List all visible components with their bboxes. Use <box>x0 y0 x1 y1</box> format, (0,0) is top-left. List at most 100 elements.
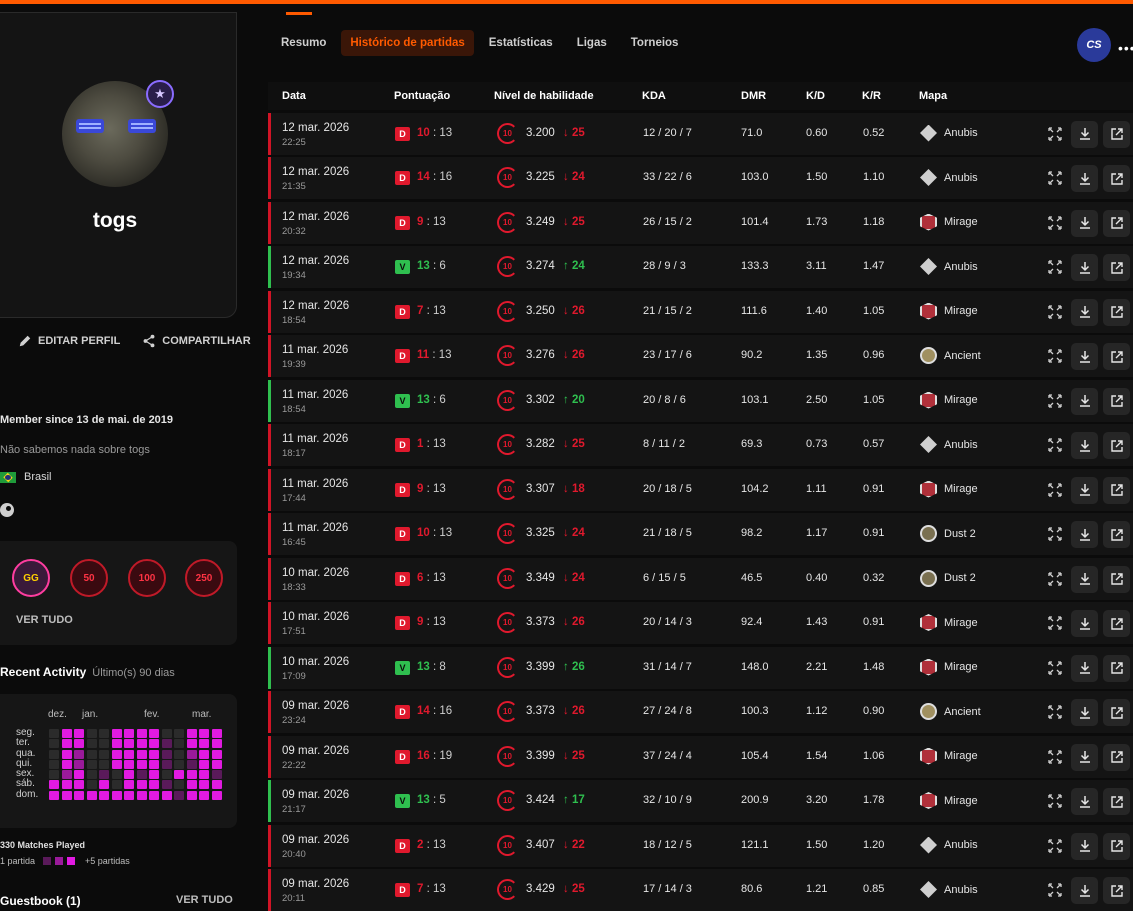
activity-cell[interactable] <box>187 791 197 800</box>
tab-statistics[interactable]: Estatísticas <box>480 30 562 56</box>
open-match-button[interactable] <box>1103 610 1130 637</box>
activity-cell[interactable] <box>149 750 159 759</box>
activity-cell[interactable] <box>162 791 172 800</box>
activity-cell[interactable] <box>212 729 222 738</box>
download-demo-button[interactable] <box>1071 566 1098 593</box>
activity-cell[interactable] <box>49 780 59 789</box>
activity-cell[interactable] <box>174 750 184 759</box>
table-row[interactable]: 11 mar. 202618:54 V 13 : 6 10 3.302 ↑ 20… <box>268 380 1133 422</box>
download-demo-button[interactable] <box>1071 343 1098 370</box>
activity-cell[interactable] <box>112 729 122 738</box>
download-demo-button[interactable] <box>1071 210 1098 237</box>
expand-icon[interactable] <box>1048 616 1062 630</box>
activity-cell[interactable] <box>162 750 172 759</box>
activity-cell[interactable] <box>149 739 159 748</box>
open-match-button[interactable] <box>1103 788 1130 815</box>
activity-cell[interactable] <box>74 780 84 789</box>
download-demo-button[interactable] <box>1071 299 1098 326</box>
activity-cell[interactable] <box>87 780 97 789</box>
activity-cell[interactable] <box>212 760 222 769</box>
download-demo-button[interactable] <box>1071 833 1098 860</box>
badge-gg[interactable]: GG <box>12 559 50 597</box>
activity-cell[interactable] <box>149 791 159 800</box>
expand-icon[interactable] <box>1048 839 1062 853</box>
edit-profile-button[interactable]: EDITAR PERFIL <box>18 334 120 348</box>
activity-cell[interactable] <box>99 739 109 748</box>
activity-cell[interactable] <box>112 750 122 759</box>
activity-cell[interactable] <box>62 791 72 800</box>
activity-cell[interactable] <box>99 729 109 738</box>
expand-icon[interactable] <box>1048 661 1062 675</box>
activity-cell[interactable] <box>112 780 122 789</box>
activity-cell[interactable] <box>187 770 197 779</box>
activity-cell[interactable] <box>187 729 197 738</box>
activity-cell[interactable] <box>174 760 184 769</box>
activity-cell[interactable] <box>62 739 72 748</box>
activity-cell[interactable] <box>212 750 222 759</box>
table-row[interactable]: 12 mar. 202619:34 V 13 : 6 10 3.274 ↑ 24… <box>268 246 1133 288</box>
download-demo-button[interactable] <box>1071 121 1098 148</box>
expand-icon[interactable] <box>1048 705 1062 719</box>
activity-cell[interactable] <box>49 760 59 769</box>
open-match-button[interactable] <box>1103 299 1130 326</box>
badge-50[interactable]: 50 <box>70 559 108 597</box>
activity-cell[interactable] <box>124 739 134 748</box>
rank-badge-icon[interactable]: ★ <box>146 80 174 108</box>
activity-cell[interactable] <box>137 729 147 738</box>
open-match-button[interactable] <box>1103 121 1130 148</box>
table-row[interactable]: 10 mar. 202617:51 D 9 : 13 10 3.373 ↓ 26… <box>268 602 1133 644</box>
table-row[interactable]: 09 mar. 202623:24 D 14 : 16 10 3.373 ↓ 2… <box>268 691 1133 733</box>
activity-cell[interactable] <box>162 729 172 738</box>
activity-cell[interactable] <box>149 729 159 738</box>
activity-cell[interactable] <box>174 770 184 779</box>
activity-cell[interactable] <box>112 760 122 769</box>
activity-cell[interactable] <box>199 780 209 789</box>
activity-cell[interactable] <box>99 770 109 779</box>
activity-cell[interactable] <box>137 791 147 800</box>
open-match-button[interactable] <box>1103 343 1130 370</box>
activity-cell[interactable] <box>174 791 184 800</box>
activity-cell[interactable] <box>62 780 72 789</box>
table-row[interactable]: 11 mar. 202619:39 D 11 : 13 10 3.276 ↓ 2… <box>268 335 1133 377</box>
activity-cell[interactable] <box>162 760 172 769</box>
activity-cell[interactable] <box>212 780 222 789</box>
activity-cell[interactable] <box>112 770 122 779</box>
activity-cell[interactable] <box>124 780 134 789</box>
download-demo-button[interactable] <box>1071 521 1098 548</box>
activity-cell[interactable] <box>62 760 72 769</box>
tab-resumo[interactable]: Resumo <box>272 30 335 56</box>
download-demo-button[interactable] <box>1071 655 1098 682</box>
expand-icon[interactable] <box>1048 483 1062 497</box>
more-options-icon[interactable]: ••• <box>1118 40 1133 56</box>
activity-cell[interactable] <box>199 770 209 779</box>
steam-icon[interactable] <box>0 503 14 517</box>
activity-cell[interactable] <box>74 739 84 748</box>
activity-cell[interactable] <box>199 750 209 759</box>
activity-cell[interactable] <box>124 791 134 800</box>
table-row[interactable]: 09 mar. 202620:40 D 2 : 13 10 3.407 ↓ 22… <box>268 825 1133 867</box>
guestbook-see-all-link[interactable]: VER TUDO <box>176 894 233 906</box>
table-row[interactable]: 12 mar. 202622:25 D 10 : 13 10 3.200 ↓ 2… <box>268 113 1133 155</box>
activity-cell[interactable] <box>187 780 197 789</box>
expand-icon[interactable] <box>1048 750 1062 764</box>
activity-cell[interactable] <box>74 770 84 779</box>
activity-cell[interactable] <box>187 750 197 759</box>
share-button[interactable]: COMPARTILHAR <box>142 334 250 348</box>
activity-cell[interactable] <box>49 770 59 779</box>
activity-cell[interactable] <box>62 729 72 738</box>
activity-cell[interactable] <box>162 780 172 789</box>
activity-cell[interactable] <box>49 791 59 800</box>
activity-cell[interactable] <box>99 780 109 789</box>
open-match-button[interactable] <box>1103 521 1130 548</box>
activity-cell[interactable] <box>187 760 197 769</box>
activity-cell[interactable] <box>87 750 97 759</box>
open-match-button[interactable] <box>1103 833 1130 860</box>
open-match-button[interactable] <box>1103 165 1130 192</box>
activity-cell[interactable] <box>124 770 134 779</box>
open-match-button[interactable] <box>1103 477 1130 504</box>
open-match-button[interactable] <box>1103 210 1130 237</box>
expand-icon[interactable] <box>1048 260 1062 274</box>
activity-cell[interactable] <box>124 760 134 769</box>
expand-icon[interactable] <box>1048 171 1062 185</box>
badge-250[interactable]: 250 <box>185 559 223 597</box>
